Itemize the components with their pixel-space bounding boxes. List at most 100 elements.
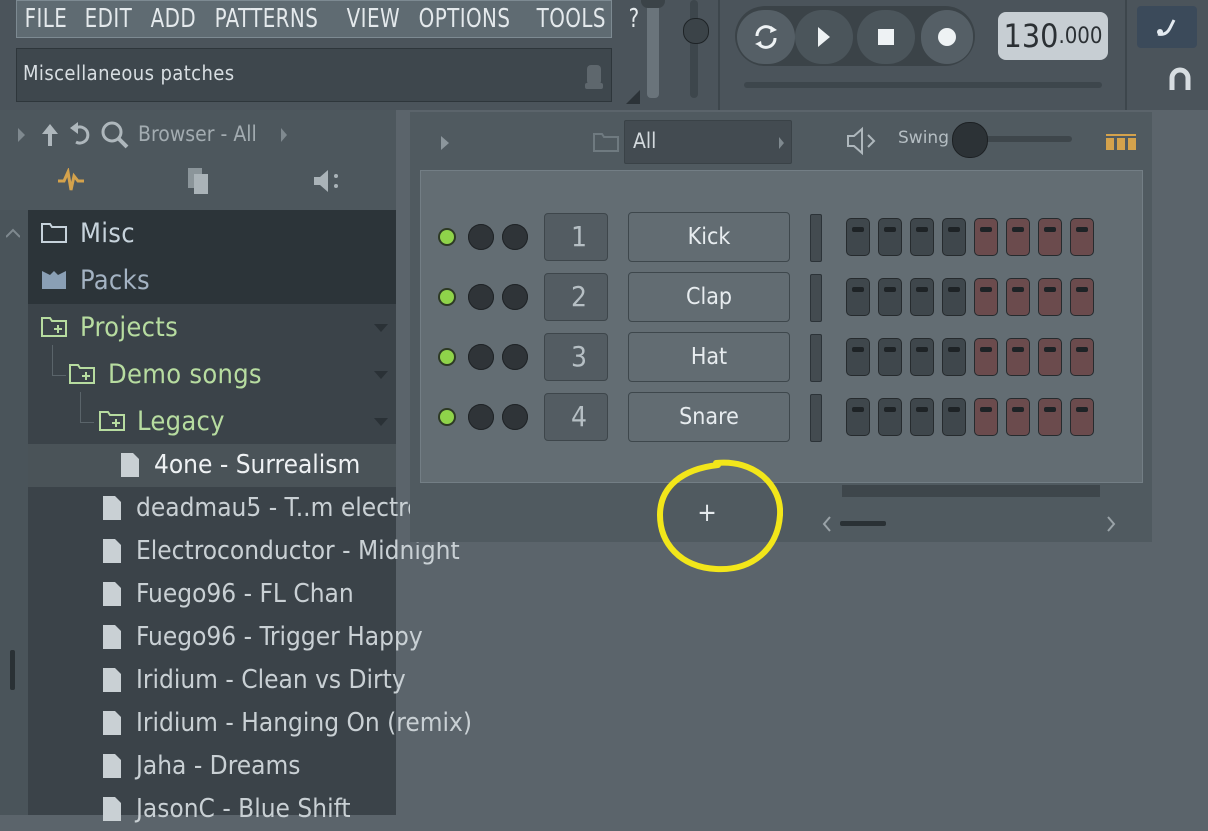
- folder-legacy[interactable]: Legacy: [28, 392, 396, 445]
- step-button[interactable]: [846, 338, 870, 376]
- browser-scrollbar[interactable]: [10, 650, 15, 690]
- metronome-button[interactable]: [1137, 6, 1197, 48]
- record-button[interactable]: [921, 10, 973, 64]
- expand-caret-icon[interactable]: [374, 418, 388, 426]
- pattern-song-toggle[interactable]: [737, 10, 795, 64]
- menu-options[interactable]: OPTIONS: [411, 4, 518, 34]
- swing-knob[interactable]: [952, 122, 988, 158]
- channel-name-button[interactable]: Hat: [628, 332, 790, 382]
- step-button[interactable]: [1006, 338, 1030, 376]
- expand-arrow-icon[interactable]: [16, 128, 26, 142]
- channel-volume-knob[interactable]: [468, 224, 494, 250]
- channel-volume-knob[interactable]: [468, 404, 494, 430]
- channel-select-bar[interactable]: [810, 274, 822, 322]
- channel-pan-knob[interactable]: [502, 224, 528, 250]
- step-button[interactable]: [910, 398, 934, 436]
- channel-mixer-track[interactable]: 2: [544, 273, 608, 321]
- filter-group-selector[interactable]: All: [624, 120, 792, 164]
- play-button[interactable]: [795, 10, 853, 64]
- stop-button[interactable]: [857, 10, 915, 64]
- menu-tools[interactable]: TOOLS: [529, 4, 614, 34]
- step-button[interactable]: [846, 218, 870, 256]
- magnet-icon[interactable]: [1168, 66, 1192, 92]
- step-button[interactable]: [942, 278, 966, 316]
- step-button[interactable]: [974, 218, 998, 256]
- step-button[interactable]: [910, 278, 934, 316]
- channel-pan-knob[interactable]: [502, 284, 528, 310]
- file-item[interactable]: deadmau5 - T..m electro mix): [28, 487, 481, 530]
- file-item[interactable]: JasonC - Blue Shift: [28, 788, 396, 831]
- step-button[interactable]: [1070, 218, 1094, 256]
- step-button[interactable]: [1038, 398, 1062, 436]
- channel-select-bar[interactable]: [810, 394, 822, 442]
- channel-mute-led[interactable]: [440, 410, 454, 424]
- up-arrow-icon[interactable]: [40, 122, 60, 148]
- channel-name-button[interactable]: Kick: [628, 212, 790, 262]
- step-button[interactable]: [1070, 278, 1094, 316]
- file-item[interactable]: Electroconductor - Midnight: [28, 530, 460, 573]
- graph-editor-icon[interactable]: [1106, 134, 1138, 150]
- file-item[interactable]: Iridium - Hanging On (remix): [28, 702, 472, 745]
- channel-select-bar[interactable]: [810, 214, 822, 262]
- step-button[interactable]: [846, 278, 870, 316]
- channel-mute-led[interactable]: [440, 290, 454, 304]
- search-icon[interactable]: [100, 120, 130, 150]
- channel-volume-knob[interactable]: [468, 344, 494, 370]
- master-volume-slider[interactable]: [647, 0, 659, 98]
- folder-packs[interactable]: Packs: [28, 257, 396, 304]
- menu-file[interactable]: FILE: [17, 4, 75, 34]
- files-icon[interactable]: [186, 166, 210, 196]
- channel-select-bar[interactable]: [810, 334, 822, 382]
- master-volume-handle[interactable]: [641, 0, 665, 8]
- step-button[interactable]: [1006, 278, 1030, 316]
- step-button[interactable]: [1038, 338, 1062, 376]
- file-item[interactable]: Jaha - Dreams: [28, 745, 396, 788]
- step-button[interactable]: [910, 218, 934, 256]
- step-button[interactable]: [910, 338, 934, 376]
- master-pitch-slider[interactable]: [690, 0, 698, 98]
- rack-menu-arrow-icon[interactable]: [440, 136, 450, 150]
- menu-help[interactable]: ?: [621, 4, 647, 34]
- step-scroll-track[interactable]: [842, 485, 1100, 497]
- step-button[interactable]: [974, 278, 998, 316]
- menu-patterns[interactable]: PATTERNS: [207, 4, 326, 34]
- step-button[interactable]: [1038, 278, 1062, 316]
- scroll-right-icon[interactable]: [1106, 516, 1116, 532]
- undo-icon[interactable]: [68, 122, 94, 148]
- channel-mixer-track[interactable]: 4: [544, 393, 608, 441]
- step-button[interactable]: [942, 338, 966, 376]
- menu-edit[interactable]: EDIT: [77, 4, 140, 34]
- scroll-left-icon[interactable]: [822, 516, 832, 532]
- step-button[interactable]: [974, 398, 998, 436]
- horizontal-scroll-thumb[interactable]: [840, 521, 886, 526]
- menu-add[interactable]: ADD: [143, 4, 204, 34]
- folder-projects[interactable]: Projects: [28, 304, 396, 351]
- speaker-plug-icon[interactable]: [312, 168, 342, 194]
- step-button[interactable]: [1070, 338, 1094, 376]
- swing-slider[interactable]: [980, 136, 1072, 142]
- channel-pan-knob[interactable]: [502, 344, 528, 370]
- tempo-display[interactable]: 130.000: [998, 12, 1108, 60]
- file-item-selected[interactable]: 4one - Surrealism: [28, 444, 396, 487]
- step-button[interactable]: [878, 278, 902, 316]
- step-button[interactable]: [878, 398, 902, 436]
- channel-volume-knob[interactable]: [468, 284, 494, 310]
- file-item[interactable]: Fuego96 - FL Chan: [28, 573, 396, 616]
- step-button[interactable]: [974, 338, 998, 376]
- step-button[interactable]: [878, 218, 902, 256]
- menu-view[interactable]: VIEW: [339, 4, 408, 34]
- folder-demo-songs[interactable]: Demo songs: [28, 345, 396, 398]
- channel-name-button[interactable]: Snare: [628, 392, 790, 442]
- step-button[interactable]: [1006, 218, 1030, 256]
- waveform-icon[interactable]: [56, 168, 86, 194]
- step-button[interactable]: [1038, 218, 1062, 256]
- expand-caret-icon[interactable]: [374, 371, 388, 379]
- step-button[interactable]: [878, 338, 902, 376]
- channel-mixer-track[interactable]: 3: [544, 333, 608, 381]
- song-position-slider[interactable]: [744, 82, 1102, 88]
- channel-mute-led[interactable]: [440, 350, 454, 364]
- speaker-icon[interactable]: [846, 126, 878, 156]
- file-item[interactable]: Fuego96 - Trigger Happy: [28, 616, 423, 659]
- step-button[interactable]: [942, 218, 966, 256]
- channel-mixer-track[interactable]: 1: [544, 213, 608, 261]
